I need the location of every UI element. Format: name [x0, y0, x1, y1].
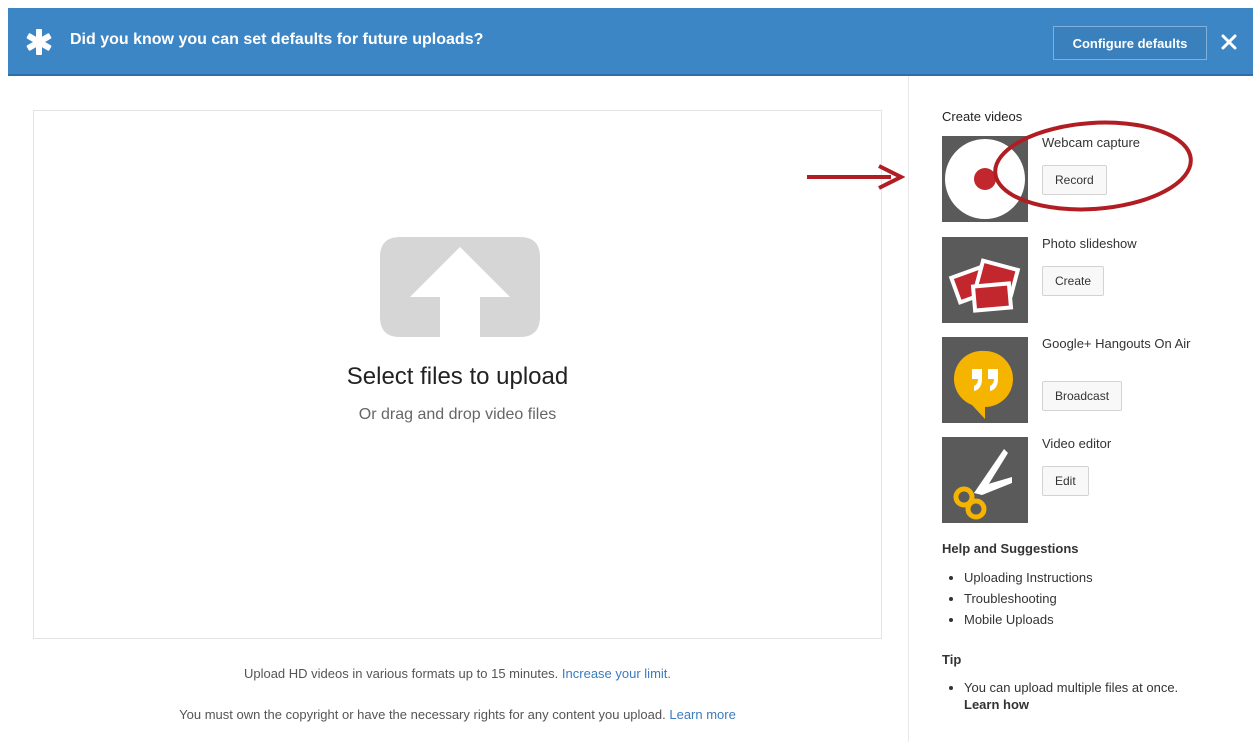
copyright-note-text: You must own the copyright or have the n…: [179, 707, 666, 722]
list-item: Mobile Uploads: [964, 609, 1093, 630]
copyright-note: You must own the copyright or have the n…: [33, 707, 882, 722]
annotation-arrow: [807, 164, 905, 190]
hangouts-quote-icon: [942, 337, 1028, 423]
tip-heading: Tip: [942, 652, 962, 667]
tool-slideshow: Photo slideshow Create: [942, 237, 1242, 323]
learn-more-link[interactable]: Learn more: [669, 707, 735, 722]
learn-how-link[interactable]: Learn how: [964, 697, 1029, 712]
upload-arrow-icon[interactable]: [380, 237, 540, 337]
annotation-highlight-ellipse: [993, 120, 1193, 212]
tool-hangouts: Google+ Hangouts On Air Broadcast: [942, 337, 1242, 423]
scissors-icon: [942, 437, 1028, 523]
configure-defaults-button[interactable]: Configure defaults: [1053, 26, 1207, 60]
help-link-mobile[interactable]: Mobile Uploads: [964, 612, 1054, 627]
tool-name: Video editor: [1042, 436, 1112, 451]
list-item: You can upload multiple files at once. L…: [964, 679, 1253, 713]
drag-drop-hint: Or drag and drop video files: [358, 406, 557, 423]
edit-button[interactable]: Edit: [1042, 466, 1089, 496]
tip-list: You can upload multiple files at once. L…: [942, 679, 1253, 713]
select-files-title[interactable]: Select files to upload: [34, 363, 881, 391]
upload-dropzone[interactable]: Select files to upload Or drag and drop …: [33, 110, 882, 639]
broadcast-button[interactable]: Broadcast: [1042, 381, 1123, 411]
list-item: Troubleshooting: [964, 588, 1093, 609]
help-link-troubleshooting[interactable]: Troubleshooting: [964, 591, 1057, 606]
sidebar-divider: [908, 76, 909, 742]
list-item: Uploading Instructions: [964, 567, 1093, 588]
hd-note: Upload HD videos in various formats up t…: [33, 666, 882, 681]
photo-slideshow-icon: [942, 237, 1028, 323]
close-icon[interactable]: [1220, 33, 1238, 51]
star-icon: [26, 29, 52, 55]
create-button[interactable]: Create: [1042, 266, 1105, 296]
defaults-banner: Did you know you can set defaults for fu…: [8, 8, 1253, 76]
help-list: Uploading Instructions Troubleshooting M…: [942, 567, 1093, 630]
banner-message: Did you know you can set defaults for fu…: [70, 31, 484, 48]
tip-text: You can upload multiple files at once.: [964, 680, 1179, 695]
hd-note-text: Upload HD videos in various formats up t…: [243, 666, 559, 681]
tool-video-editor: Video editor Edit: [942, 437, 1242, 523]
tool-name: Google+ Hangouts On Air: [1042, 336, 1191, 351]
increase-limit-link[interactable]: Increase your limit.: [562, 666, 671, 681]
help-link-uploading[interactable]: Uploading Instructions: [964, 570, 1093, 585]
tool-name: Photo slideshow: [1042, 236, 1137, 251]
help-heading: Help and Suggestions: [942, 541, 1079, 556]
